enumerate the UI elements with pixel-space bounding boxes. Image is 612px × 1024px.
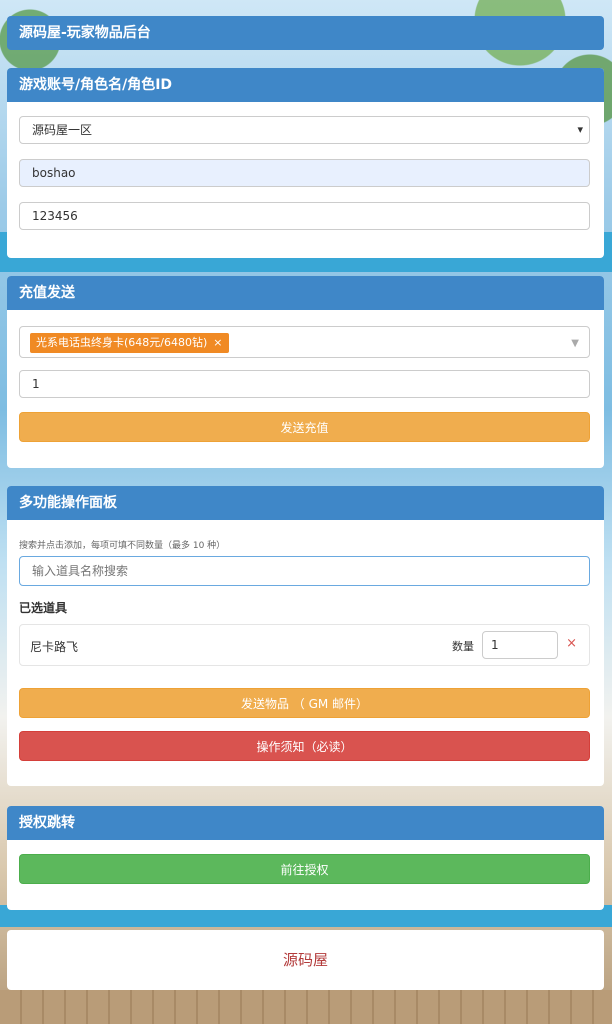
- dropdown-arrow-icon: ▼: [571, 338, 579, 349]
- tag-remove-icon[interactable]: ×: [213, 336, 222, 349]
- account-panel: 游戏账号/角色名/角色ID 源码屋一区 ▾ boshao 123456: [7, 68, 604, 258]
- recharge-multiselect[interactable]: 光系电话虫终身卡(648元/6480钻) × ▼: [19, 326, 590, 358]
- chevron-down-icon: ▾: [577, 123, 583, 136]
- send-recharge-button[interactable]: 发送充值: [19, 412, 590, 442]
- account-panel-title: 游戏账号/角色名/角色ID: [7, 68, 604, 102]
- selected-items-title: 已选道具: [19, 601, 68, 615]
- footer-text: 源码屋: [7, 930, 604, 990]
- auth-panel: 授权跳转 前往授权: [7, 806, 604, 910]
- selected-recharge-tag: 光系电话虫终身卡(648元/6480钻) ×: [30, 333, 229, 353]
- role-id-input[interactable]: 123456: [19, 202, 590, 230]
- multi-panel-title: 多功能操作面板: [7, 486, 604, 520]
- recharge-panel: 充值发送 光系电话虫终身卡(648元/6480钻) × ▼ 1 发送充值: [7, 276, 604, 468]
- background-floor: [0, 990, 612, 1024]
- item-quantity-input[interactable]: 1: [482, 631, 558, 659]
- header-panel: 源码屋-玩家物品后台: [7, 16, 604, 50]
- send-items-button[interactable]: 发送物品 （ GM 邮件）: [19, 688, 590, 718]
- server-select-value: 源码屋一区: [32, 123, 93, 137]
- auth-panel-title: 授权跳转: [7, 806, 604, 840]
- selected-recharge-tag-label: 光系电话虫终身卡(648元/6480钻): [36, 336, 208, 349]
- recharge-panel-title: 充值发送: [7, 276, 604, 310]
- account-input[interactable]: boshao: [19, 159, 590, 187]
- recharge-quantity-input[interactable]: 1: [19, 370, 590, 398]
- go-auth-button[interactable]: 前往授权: [19, 854, 590, 884]
- server-select[interactable]: 源码屋一区 ▾: [19, 116, 590, 144]
- selected-item-name: 尼卡路飞: [30, 640, 79, 654]
- selected-item-row: 尼卡路飞 数量 1 ×: [19, 624, 590, 666]
- remove-item-icon[interactable]: ×: [566, 636, 577, 651]
- multi-function-panel: 多功能操作面板 搜索并点击添加，每项可填不同数量（最多 10 种） 已选道具 尼…: [7, 486, 604, 786]
- page-title: 源码屋-玩家物品后台: [7, 16, 604, 50]
- search-hint: 搜索并点击添加，每项可填不同数量（最多 10 种）: [19, 541, 226, 551]
- quantity-label: 数量: [452, 640, 474, 653]
- item-search-input[interactable]: [19, 556, 590, 586]
- notice-button[interactable]: 操作须知（必读）: [19, 731, 590, 761]
